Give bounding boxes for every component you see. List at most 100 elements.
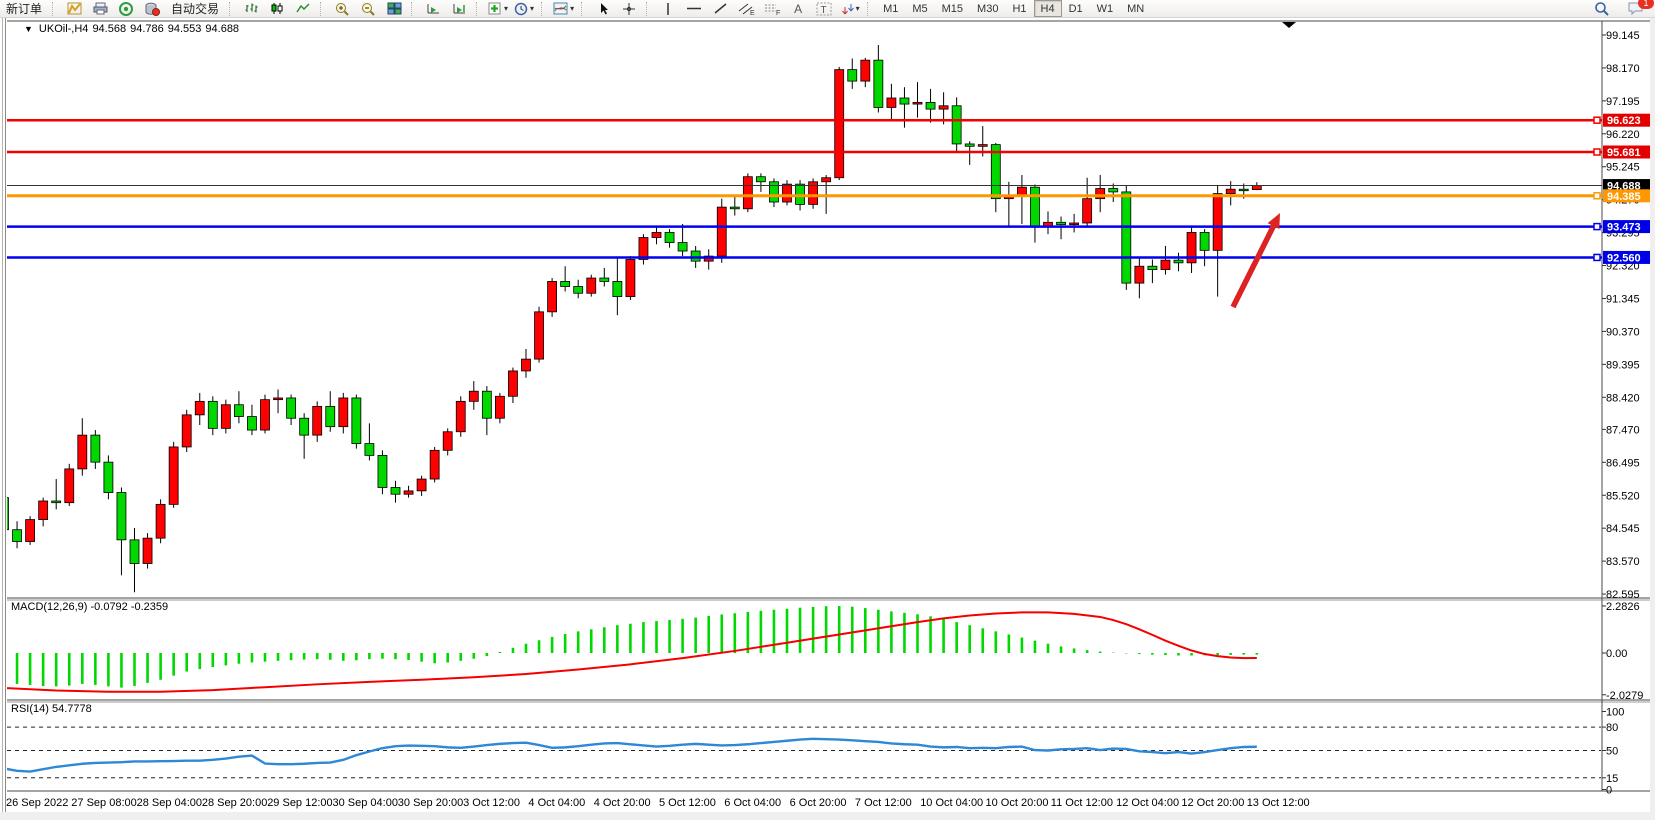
candle[interactable] xyxy=(443,432,452,451)
timeframe-d1-button[interactable]: D1 xyxy=(1062,0,1090,17)
candle[interactable] xyxy=(130,540,139,564)
cursor-tool-icon[interactable] xyxy=(590,0,616,18)
candle[interactable] xyxy=(52,501,61,503)
candlestick-chart-type-icon[interactable] xyxy=(264,0,290,18)
candle[interactable] xyxy=(522,359,531,371)
candle[interactable] xyxy=(1213,194,1222,251)
candle[interactable] xyxy=(208,401,217,428)
search-icon[interactable] xyxy=(1589,0,1615,18)
line-handle[interactable] xyxy=(1594,117,1600,123)
candle[interactable] xyxy=(743,177,752,209)
candle[interactable] xyxy=(482,391,491,418)
candle[interactable] xyxy=(0,498,9,530)
chart-shift-marker[interactable] xyxy=(1282,22,1296,28)
candle[interactable] xyxy=(587,278,596,293)
zoom-out-icon[interactable] xyxy=(355,0,381,18)
candle[interactable] xyxy=(1161,260,1170,269)
time-axis[interactable]: 26 Sep 202227 Sep 08:0028 Sep 04:0028 Se… xyxy=(6,797,1310,809)
candle[interactable] xyxy=(495,396,504,418)
candle[interactable] xyxy=(169,447,178,504)
candle[interactable] xyxy=(717,207,726,256)
candle[interactable] xyxy=(678,243,687,251)
candle[interactable] xyxy=(952,106,961,144)
fibonacci-tool-icon[interactable]: F xyxy=(759,0,785,18)
candle[interactable] xyxy=(469,391,478,401)
timeframe-h1-button[interactable]: H1 xyxy=(1005,0,1033,17)
candle[interactable] xyxy=(391,487,400,494)
line-handle[interactable] xyxy=(1594,149,1600,155)
auto-trading-icon[interactable] xyxy=(139,0,165,18)
candle[interactable] xyxy=(900,98,909,104)
arrows-tool-icon[interactable]: ▾ xyxy=(837,0,863,18)
auto-scroll-icon[interactable] xyxy=(420,0,446,18)
candle[interactable] xyxy=(1252,186,1261,190)
timeframe-m15-button[interactable]: M15 xyxy=(935,0,970,17)
crosshair-tool-icon[interactable] xyxy=(616,0,642,18)
timeframe-m30-button[interactable]: M30 xyxy=(970,0,1005,17)
vertical-line-tool-icon[interactable] xyxy=(655,0,681,18)
candle[interactable] xyxy=(78,435,87,469)
candle[interactable] xyxy=(39,501,48,520)
candle[interactable] xyxy=(926,102,935,109)
timeframe-m1-button[interactable]: M1 xyxy=(876,0,905,17)
candle[interactable] xyxy=(639,238,648,260)
candle[interactable] xyxy=(13,530,22,542)
candle[interactable] xyxy=(326,406,335,426)
text-label-tool-icon[interactable]: T xyxy=(811,0,837,18)
zoom-in-icon[interactable] xyxy=(329,0,355,18)
candle[interactable] xyxy=(913,102,922,104)
candle[interactable] xyxy=(561,281,570,286)
candle[interactable] xyxy=(1174,260,1183,263)
candle[interactable] xyxy=(548,281,557,311)
candle[interactable] xyxy=(965,144,974,146)
candle[interactable] xyxy=(195,401,204,415)
candle[interactable] xyxy=(939,106,948,109)
candle[interactable] xyxy=(887,98,896,107)
candle[interactable] xyxy=(1122,192,1131,283)
candle[interactable] xyxy=(978,145,987,147)
candle[interactable] xyxy=(535,312,544,359)
candle[interactable] xyxy=(783,184,792,202)
add-indicator-icon[interactable]: ▾ xyxy=(485,0,511,18)
candle[interactable] xyxy=(665,232,674,242)
candle[interactable] xyxy=(456,401,465,431)
candle[interactable] xyxy=(339,398,348,427)
notifications-chat-icon[interactable]: 1 xyxy=(1623,0,1649,18)
candle[interactable] xyxy=(352,398,361,444)
candle[interactable] xyxy=(691,251,700,261)
candle[interactable] xyxy=(300,418,309,435)
candle[interactable] xyxy=(261,400,270,430)
print-icon[interactable] xyxy=(87,0,113,18)
candle[interactable] xyxy=(874,60,883,107)
trendline-tool-icon[interactable] xyxy=(707,0,733,18)
candle[interactable] xyxy=(508,371,517,396)
candle[interactable] xyxy=(143,538,152,563)
timeframe-clock-icon[interactable]: ▾ xyxy=(511,0,537,18)
candle[interactable] xyxy=(117,493,126,540)
candle[interactable] xyxy=(287,398,296,418)
candle[interactable] xyxy=(247,417,256,431)
candle[interactable] xyxy=(65,469,74,503)
timeframe-h4-button[interactable]: H4 xyxy=(1034,0,1062,17)
tile-windows-icon[interactable] xyxy=(381,0,407,18)
candle[interactable] xyxy=(835,70,844,178)
macd-pane[interactable] xyxy=(4,606,1257,692)
candle[interactable] xyxy=(822,178,831,182)
candle[interactable] xyxy=(1135,266,1144,283)
candle[interactable] xyxy=(430,450,439,479)
candle[interactable] xyxy=(1200,232,1209,250)
data-center-icon[interactable] xyxy=(113,0,139,18)
new-order-button[interactable]: 新订单 xyxy=(0,0,48,18)
one-click-trading-toggle-icon[interactable]: ▼ xyxy=(24,24,33,34)
chart-shift-icon[interactable] xyxy=(446,0,472,18)
timeframe-w1-button[interactable]: W1 xyxy=(1090,0,1121,17)
candle[interactable] xyxy=(1148,266,1157,269)
candle[interactable] xyxy=(221,405,230,429)
candle[interactable] xyxy=(613,281,622,296)
candle[interactable] xyxy=(652,232,661,237)
timeframe-m5-button[interactable]: M5 xyxy=(905,0,934,17)
bar-chart-type-icon[interactable] xyxy=(238,0,264,18)
candle[interactable] xyxy=(756,177,765,182)
candlestick-chart[interactable]: 99.14598.17097.19596.22095.24594.27093.2… xyxy=(0,0,1655,820)
candle[interactable] xyxy=(26,520,35,542)
